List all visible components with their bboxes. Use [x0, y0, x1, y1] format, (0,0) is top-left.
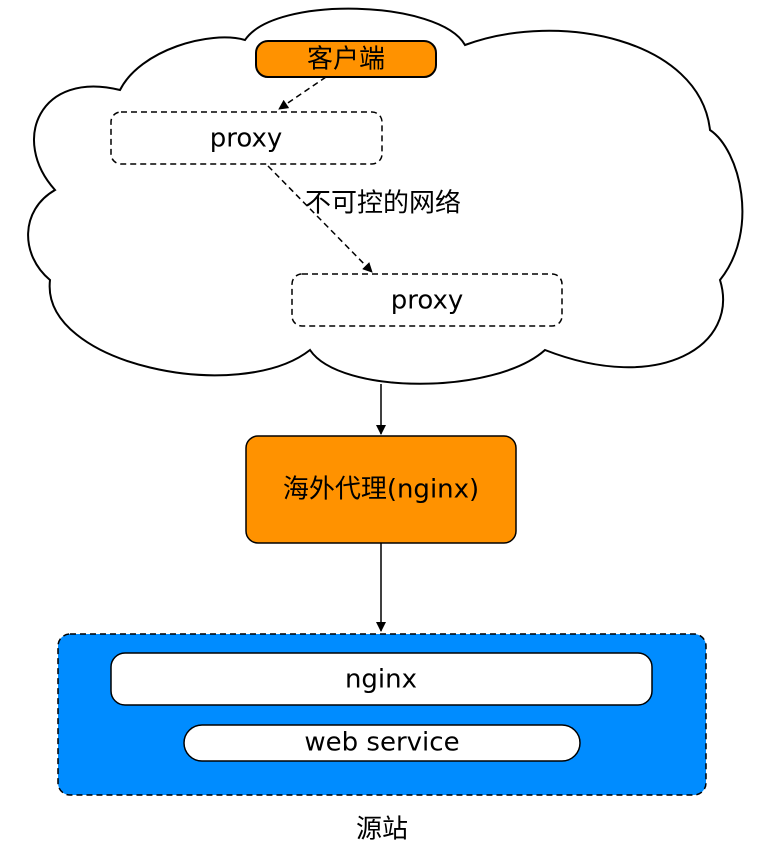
proxy-bottom-label: proxy	[391, 286, 464, 316]
proxy-top-label: proxy	[210, 124, 283, 154]
client-label: 客户端	[307, 45, 385, 75]
nginx-label: nginx	[345, 665, 417, 695]
architecture-diagram: 客户端 proxy 不可控的网络 proxy 海外代理(nginx) nginx…	[27, 7, 744, 845]
network-label: 不可控的网络	[305, 189, 461, 219]
overseas-proxy-label: 海外代理(nginx)	[283, 475, 479, 505]
web-service-label: web service	[304, 728, 459, 758]
origin-caption: 源站	[356, 815, 408, 845]
